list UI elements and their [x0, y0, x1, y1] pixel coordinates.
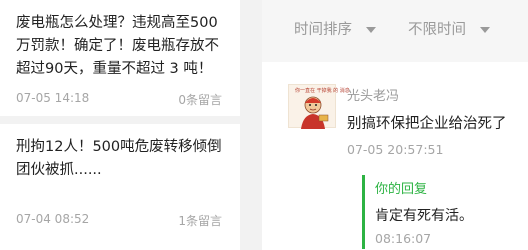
time-range-dropdown[interactable]: 不限时间 [408, 18, 490, 39]
reply-time: 08:16:07 [375, 231, 432, 246]
article-title[interactable]: 刑拘12人！500吨危废转移倾倒团伙被抓...... [16, 136, 230, 182]
article-meta: 07-04 08:52 1条留言 [16, 212, 222, 229]
comment-text: 别搞环保把企业给治死了 [347, 116, 507, 132]
sort-label: 时间排序 [294, 22, 352, 38]
chevron-down-icon [366, 26, 376, 33]
article-date: 07-04 08:52 [16, 212, 90, 226]
comment-username: 光头老冯 [347, 89, 400, 104]
comment-time: 07-05 20:57:51 [347, 142, 444, 157]
article-card[interactable]: 废电瓶怎么处理？违规高至500万罚款！确定了！废电瓶存放不超过90天，重量不超过… [0, 0, 240, 116]
reply-block: 你的回复 肯定有死有活。 08:16:07 [362, 175, 512, 249]
article-title[interactable]: 废电瓶怎么处理？违规高至500万罚款！确定了！废电瓶存放不超过90天，重量不超过… [16, 12, 230, 81]
chevron-down-icon [480, 26, 490, 33]
comment-panel: 时间排序 不限时间 你一直在 干掉我 的 消息 光头老冯 别搞环保把企业给治死了… [262, 0, 528, 250]
article-meta: 07-05 14:18 0条留言 [16, 91, 222, 108]
comment-count-link[interactable]: 1条留言 [178, 212, 222, 229]
avatar[interactable]: 你一直在 干掉我 的 消息 [288, 84, 350, 129]
comment-count-link[interactable]: 0条留言 [178, 91, 222, 108]
filter-toolbar: 时间排序 不限时间 [262, 0, 528, 62]
article-list: 废电瓶怎么处理？违规高至500万罚款！确定了！废电瓶存放不超过90天，重量不超过… [0, 0, 240, 250]
reply-text: 肯定有死有活。 [375, 208, 473, 224]
time-range-label: 不限时间 [408, 22, 466, 38]
sort-dropdown[interactable]: 时间排序 [294, 18, 376, 39]
avatar-caption: 你一直在 干掉我 的 消息 [295, 88, 350, 94]
comment-item: 你一直在 干掉我 的 消息 光头老冯 别搞环保把企业给治死了 07-05 20:… [262, 62, 528, 250]
article-date: 07-05 14:18 [16, 91, 90, 105]
reply-label: 你的回复 [375, 182, 428, 197]
article-card[interactable]: 刑拘12人！500吨危废转移倾倒团伙被抓...... 07-04 08:52 1… [0, 124, 240, 250]
